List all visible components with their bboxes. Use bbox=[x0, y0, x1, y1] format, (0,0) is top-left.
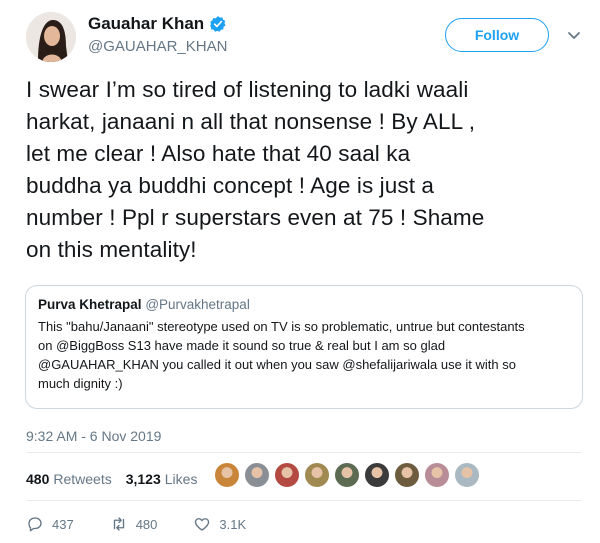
retweets-count: 480 bbox=[26, 471, 50, 487]
tweet-line: on this mentality! bbox=[26, 237, 197, 262]
quoted-author-handle: @Purvakhetrapal bbox=[145, 297, 250, 312]
chevron-down-icon[interactable] bbox=[566, 27, 582, 43]
quoted-line: much dignity :) bbox=[38, 376, 123, 391]
reply-count: 437 bbox=[52, 516, 74, 532]
retweet-icon bbox=[113, 517, 124, 531]
quoted-line: on @BiggBoss S13 have made it sound so t… bbox=[38, 338, 446, 353]
quoted-tweet-header: Purva Khetrapal @Purvakhetrapal bbox=[38, 296, 570, 313]
author-avatar[interactable] bbox=[26, 12, 76, 62]
quoted-tweet[interactable]: Purva Khetrapal @Purvakhetrapal This "ba… bbox=[25, 285, 583, 409]
retweet-count: 480 bbox=[135, 516, 158, 532]
liker-avatar[interactable] bbox=[274, 462, 300, 488]
retweets-label: Retweets bbox=[53, 471, 112, 487]
likes-stat[interactable]: 3,123 Likes bbox=[126, 471, 198, 487]
tweet-line: number ! Ppl r superstars even at 75 ! S… bbox=[26, 205, 485, 230]
liker-avatars bbox=[214, 462, 484, 488]
verified-badge-icon bbox=[209, 15, 227, 33]
liker-avatar[interactable] bbox=[424, 462, 450, 488]
tweet-line: buddha ya buddhi concept ! Age is just a bbox=[26, 173, 435, 198]
tweet-line: harkat, janaani n all that nonsense ! By… bbox=[26, 109, 476, 134]
liker-avatar[interactable] bbox=[304, 462, 330, 488]
divider bbox=[26, 452, 582, 453]
tweet-line: I swear I’m so tired of listening to lad… bbox=[26, 77, 469, 102]
liker-avatar[interactable] bbox=[214, 462, 240, 488]
liker-avatar[interactable] bbox=[394, 462, 420, 488]
reply-button[interactable]: 437 bbox=[26, 515, 74, 533]
like-count: 3.1K bbox=[219, 516, 247, 532]
liker-avatar[interactable] bbox=[244, 462, 270, 488]
likes-count: 3,123 bbox=[125, 471, 161, 487]
like-button[interactable]: 3.1K bbox=[193, 515, 246, 533]
author-name-text: Gauahar Khan bbox=[88, 14, 205, 33]
quoted-line: @GAUAHAR_KHAN you called it out when you… bbox=[38, 357, 516, 372]
tweet-line: let me clear ! Also hate that 40 saal ka bbox=[26, 141, 411, 166]
follow-button[interactable]: Follow bbox=[445, 18, 549, 52]
tweet-timestamp[interactable]: 9:32 AM - 6 Nov 2019 bbox=[26, 428, 161, 444]
engagement-stats: 480 Retweets 3,123 Likes bbox=[26, 471, 197, 487]
liker-avatar[interactable] bbox=[364, 462, 390, 488]
like-icon bbox=[195, 518, 210, 531]
tweet-actions: 437 480 3.1K bbox=[26, 515, 282, 533]
retweet-button[interactable]: 480 bbox=[110, 515, 158, 533]
retweets-stat[interactable]: 480 Retweets bbox=[26, 471, 112, 487]
liker-avatar[interactable] bbox=[334, 462, 360, 488]
reply-icon bbox=[28, 517, 42, 532]
divider bbox=[26, 500, 582, 501]
tweet-text: I swear I’m so tired of listening to lad… bbox=[26, 74, 582, 266]
quoted-tweet-text: This "bahu/Janaani" stereotype used on T… bbox=[38, 317, 570, 393]
author-name[interactable]: Gauahar Khan bbox=[88, 14, 227, 34]
author-handle[interactable]: @GAUAHAR_KHAN bbox=[88, 38, 227, 55]
likes-label: Likes bbox=[164, 471, 198, 487]
liker-avatar[interactable] bbox=[454, 462, 480, 488]
quoted-author-name: Purva Khetrapal bbox=[38, 297, 142, 312]
quoted-line: This "bahu/Janaani" stereotype used on T… bbox=[38, 319, 525, 334]
